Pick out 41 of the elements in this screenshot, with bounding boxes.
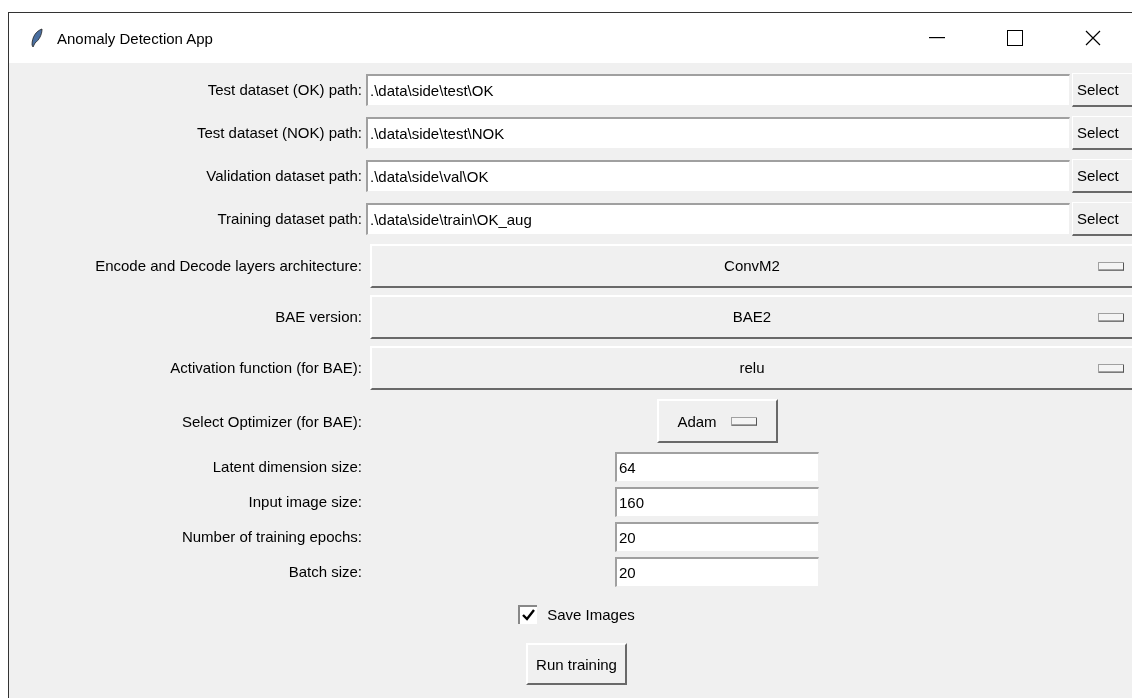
field-label: Select Optimizer (for BAE): bbox=[180, 412, 363, 430]
field-label: BAE version: bbox=[274, 308, 363, 325]
check-icon bbox=[522, 609, 536, 621]
select-button[interactable]: Select bbox=[1072, 201, 1132, 236]
menu-indicator-icon bbox=[1098, 312, 1124, 322]
checkbox[interactable] bbox=[518, 604, 538, 624]
close-icon bbox=[1085, 30, 1101, 46]
path-field[interactable]: .\data\side\val\OK bbox=[366, 159, 1070, 192]
select-button[interactable]: Select bbox=[1072, 115, 1132, 150]
option-menu[interactable]: relu bbox=[370, 345, 1132, 390]
window-title: Anomaly Detection App bbox=[57, 29, 213, 47]
menu-indicator-icon bbox=[1098, 363, 1124, 373]
input-field[interactable]: 20 bbox=[615, 556, 819, 587]
select-button[interactable]: Select bbox=[1072, 158, 1132, 193]
field-label: Validation dataset path: bbox=[205, 167, 363, 184]
field-label: Number of training epochs: bbox=[180, 528, 363, 545]
input-field[interactable]: 20 bbox=[615, 521, 819, 552]
field-label: Encode and Decode layers architecture: bbox=[94, 257, 363, 274]
field-label: Training dataset path: bbox=[216, 210, 363, 227]
field-label: Batch size: bbox=[287, 563, 363, 580]
field-label: Test dataset (NOK) path: bbox=[195, 124, 363, 141]
path-field[interactable]: .\data\side\test\NOK bbox=[366, 116, 1070, 149]
path-field[interactable]: .\data\side\test\OK bbox=[366, 73, 1070, 106]
select-button[interactable]: Select bbox=[1072, 72, 1132, 107]
field-label: Activation function (for BAE): bbox=[169, 359, 363, 376]
optimizer-menu[interactable]: Adam bbox=[656, 399, 778, 443]
menu-indicator-icon bbox=[1098, 261, 1124, 271]
input-field[interactable]: 64 bbox=[615, 451, 819, 482]
checkbox-label: Save Images bbox=[547, 605, 635, 623]
option-menu[interactable]: BAE2 bbox=[370, 294, 1132, 339]
field-label: Latent dimension size: bbox=[211, 458, 363, 475]
input-field[interactable]: 160 bbox=[615, 486, 819, 517]
path-field[interactable]: .\data\side\train\OK_aug bbox=[366, 202, 1070, 235]
maximize-icon bbox=[1007, 30, 1023, 46]
run-training-button[interactable]: Run training bbox=[526, 643, 627, 685]
option-menu[interactable]: ConvM2 bbox=[370, 243, 1132, 288]
field-label: Test dataset (OK) path: bbox=[206, 81, 363, 98]
minimize-icon bbox=[929, 37, 945, 39]
field-label: Input image size: bbox=[247, 493, 363, 510]
menu-indicator-icon bbox=[730, 416, 757, 426]
feather-icon bbox=[31, 28, 43, 48]
